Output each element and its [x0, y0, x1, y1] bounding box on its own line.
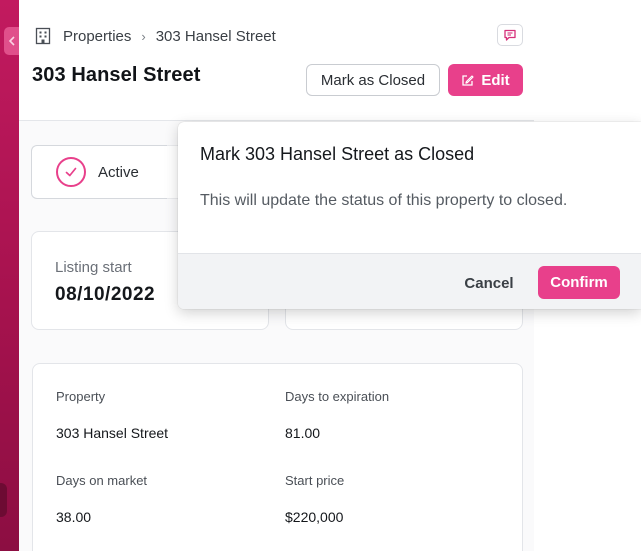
start-price-label: Start price	[285, 473, 345, 488]
breadcrumb-properties-link[interactable]: Properties	[63, 28, 131, 45]
building-icon	[33, 26, 53, 46]
days-on-market-value: 38.00	[56, 509, 92, 525]
cancel-button[interactable]: Cancel	[454, 266, 524, 300]
start-price-value: $220,000	[285, 509, 344, 525]
mark-as-closed-button[interactable]: Mark as Closed	[306, 64, 440, 96]
header-divider	[19, 120, 534, 121]
listing-start-value: 08/10/2022	[55, 284, 156, 305]
breadcrumb-current: 303 Hansel Street	[155, 27, 276, 45]
app-sidebar	[0, 0, 19, 551]
dialog-footer: Cancel Confirm	[178, 253, 641, 309]
page-title: 303 Hansel Street	[32, 64, 201, 86]
dialog-body: This will update the status of this prop…	[200, 192, 568, 209]
detail-days-to-expiration: Days to expiration 81.00	[285, 389, 389, 441]
breadcrumb: Properties › 303 Hansel Street	[33, 26, 276, 46]
confirm-button[interactable]: Confirm	[538, 266, 620, 299]
mark-closed-dialog: Mark 303 Hansel Street as Closed This wi…	[178, 122, 641, 309]
chevron-left-icon	[8, 36, 15, 46]
status-label: Active	[98, 163, 139, 181]
property-details-card: Property 303 Hansel Street Days to expir…	[32, 363, 523, 551]
breadcrumb-separator: ›	[141, 28, 146, 44]
listing-start-label: Listing start	[55, 259, 132, 276]
property-value: 303 Hansel Street	[56, 425, 169, 441]
comment-icon	[504, 29, 516, 41]
property-label: Property	[56, 389, 106, 404]
sidebar-handle[interactable]	[0, 483, 7, 517]
detail-days-on-market: Days on market 38.00	[56, 473, 147, 525]
detail-start-price: Start price $220,000	[285, 473, 344, 525]
days-on-market-label: Days on market	[56, 473, 148, 488]
check-icon	[65, 167, 77, 177]
dialog-title: Mark 303 Hansel Street as Closed	[200, 144, 475, 164]
days-to-expiration-value: 81.00	[285, 425, 321, 441]
sidebar-collapse-button[interactable]	[4, 27, 19, 55]
comments-button[interactable]	[497, 24, 523, 46]
edit-button[interactable]: Edit	[448, 64, 523, 96]
status-check-circle	[56, 157, 86, 187]
edit-button-label: Edit	[481, 71, 510, 89]
status-step-active[interactable]: Active	[31, 145, 195, 199]
edit-icon	[462, 74, 474, 86]
days-to-expiration-label: Days to expiration	[285, 389, 390, 404]
detail-property: Property 303 Hansel Street	[56, 389, 168, 441]
